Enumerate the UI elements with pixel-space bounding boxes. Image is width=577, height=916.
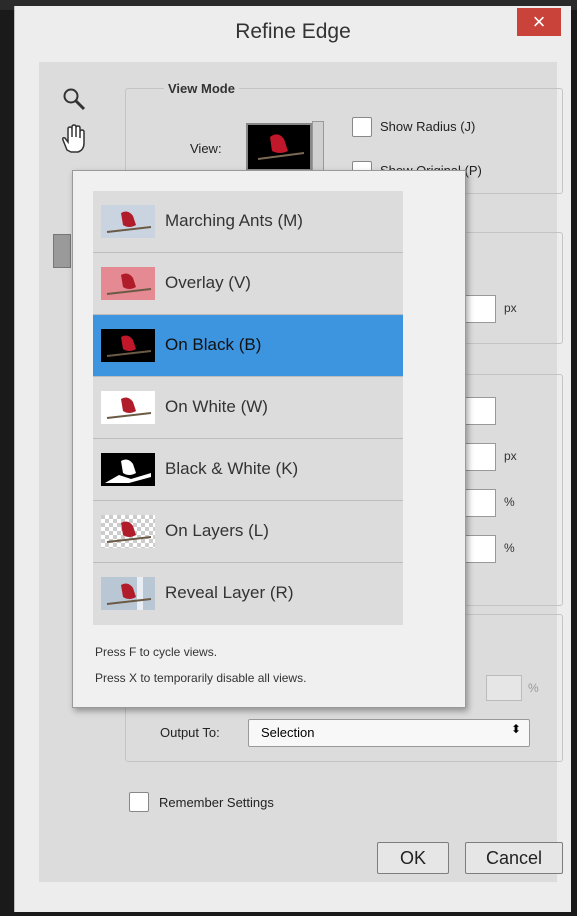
view-mode-legend: View Mode <box>164 81 239 96</box>
brush-tool[interactable] <box>53 234 71 268</box>
amount-unit: % <box>528 681 539 695</box>
output-to-value: Selection <box>261 725 315 740</box>
cardinal-thumbnail-icon <box>248 125 310 169</box>
view-mode-menu: Marching Ants (M) Overlay (V) On Black (… <box>93 191 403 625</box>
view-option-on-layers[interactable]: On Layers (L) <box>93 501 403 563</box>
view-option-overlay[interactable]: Overlay (V) <box>93 253 403 315</box>
smooth-field[interactable] <box>462 397 496 425</box>
view-option-label: Black & White (K) <box>165 459 299 478</box>
show-radius-label: Show Radius (J) <box>380 119 476 134</box>
zoom-tool[interactable] <box>61 86 87 118</box>
feather-field[interactable] <box>462 443 496 471</box>
amount-field-disabled <box>486 675 522 701</box>
contrast-field[interactable] <box>462 489 496 517</box>
overlay-thumbnail-icon <box>101 267 155 300</box>
hand-icon <box>62 124 85 153</box>
view-option-marching-ants[interactable]: Marching Ants (M) <box>93 191 403 253</box>
remember-settings-checkbox[interactable] <box>129 792 149 812</box>
shift-edge-field[interactable] <box>462 535 496 563</box>
view-option-label: On Layers (L) <box>165 521 269 540</box>
view-option-label: Overlay (V) <box>165 273 251 292</box>
updown-arrows-icon: ⬍ <box>510 722 521 736</box>
marching-ants-thumbnail-icon <box>101 205 155 238</box>
view-dropdown-button[interactable] <box>312 121 324 171</box>
close-icon: × <box>532 9 546 34</box>
dialog-title: Refine Edge <box>235 20 351 43</box>
radius-field[interactable] <box>462 295 496 323</box>
view-option-reveal-layer[interactable]: Reveal Layer (R) <box>93 563 403 625</box>
hint-disable-views: Press X to temporarily disable all views… <box>95 671 307 685</box>
view-mode-popup: Marching Ants (M) Overlay (V) On Black (… <box>72 170 466 708</box>
on-black-thumbnail-icon <box>101 329 155 362</box>
on-layers-thumbnail-icon <box>101 515 155 548</box>
output-to-label: Output To: <box>160 725 220 740</box>
view-label: View: <box>190 141 222 156</box>
view-option-label: On White (W) <box>165 397 268 416</box>
view-option-on-white[interactable]: On White (W) <box>93 377 403 439</box>
show-radius-checkbox[interactable] <box>352 117 372 137</box>
view-option-label: Reveal Layer (R) <box>165 583 294 602</box>
feather-unit: px <box>504 449 517 463</box>
shift-edge-unit: % <box>504 541 515 555</box>
contrast-unit: % <box>504 495 515 509</box>
cancel-button[interactable]: Cancel <box>465 842 563 874</box>
view-option-label: On Black (B) <box>165 335 262 354</box>
on-white-thumbnail-icon <box>101 391 155 424</box>
ok-button[interactable]: OK <box>377 842 449 874</box>
view-option-on-black[interactable]: On Black (B) <box>93 315 403 377</box>
view-option-label: Marching Ants (M) <box>165 211 303 230</box>
view-option-black-white[interactable]: Black & White (K) <box>93 439 403 501</box>
view-thumbnail[interactable] <box>246 123 312 171</box>
hand-tool[interactable] <box>59 124 87 160</box>
remember-settings-label: Remember Settings <box>159 795 274 810</box>
title-bar: Refine Edge × <box>15 6 571 62</box>
output-to-select[interactable]: Selection ⬍ <box>248 719 530 747</box>
hint-cycle-views: Press F to cycle views. <box>95 645 218 659</box>
radius-unit: px <box>504 301 517 315</box>
reveal-layer-thumbnail-icon <box>101 577 155 610</box>
close-button[interactable]: × <box>517 8 561 36</box>
magnifier-icon <box>63 88 86 111</box>
black-white-thumbnail-icon <box>101 453 155 486</box>
